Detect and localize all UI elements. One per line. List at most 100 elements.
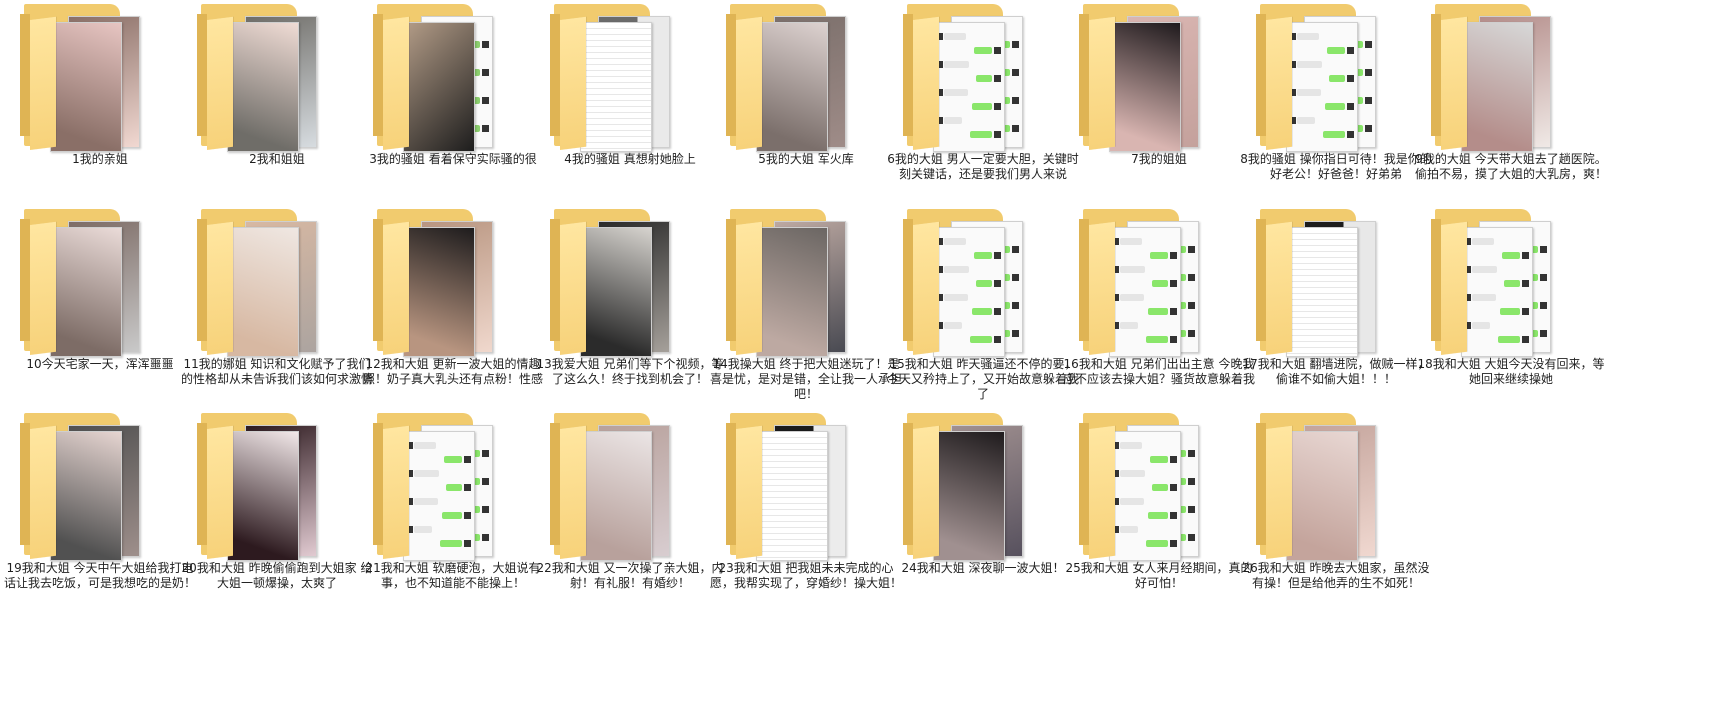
chat-bubble <box>1150 456 1168 463</box>
folder-icon[interactable] <box>18 4 140 152</box>
folder-label[interactable]: 26我和大姐 昨晚去大姐家，虽然没有操！但是给他弄的生不如死！ <box>1239 561 1433 591</box>
folder-label[interactable]: 2我和姐姐 <box>180 152 374 167</box>
folder-label[interactable]: 24我和大姐 深夜聊一波大姐！ <box>886 561 1080 576</box>
folder-label[interactable]: 11我的娜姐 知识和文化赋予了我们的性格却从未告诉我们该如何求激情 <box>180 357 374 387</box>
folder-item[interactable]: 10今天宅家一天，浑浑噩噩 <box>3 205 197 430</box>
chat-avatar-icon <box>1170 456 1177 463</box>
folder-icon[interactable] <box>371 209 493 357</box>
folder-icon[interactable] <box>1077 413 1199 561</box>
folder-label[interactable]: 22我和大姐 又一次操了亲大姐，内射！有礼服！有婚纱！ <box>533 561 727 591</box>
chat-bubble <box>1148 308 1168 315</box>
folder-item[interactable]: 7我的姐姐 <box>1062 0 1256 225</box>
folder-label[interactable]: 13我爱大姐 兄弟们等下个视频，等了这么久！终于找到机会了！ <box>533 357 727 387</box>
folder-item[interactable]: 19我和大姐 今天中午大姐给我打电话让我去吃饭，可是我想吃的是奶！ <box>3 409 197 634</box>
folder-label[interactable]: 20我和大姐 昨晚偷偷跑到大姐家 给大姐一顿爆操，太爽了 <box>180 561 374 591</box>
folder-icon[interactable] <box>18 209 140 357</box>
folder-icon[interactable] <box>1077 209 1199 357</box>
chat-avatar-icon <box>1540 330 1547 337</box>
folder-icon[interactable] <box>1254 4 1376 152</box>
folder-item[interactable]: 23我和大姐 把我姐未未完成的心愿，我帮实现了，穿婚纱！操大姐！ <box>709 409 903 634</box>
folder-label[interactable]: 18我和大姐 大姐今天没有回来，等她回来继续操她 <box>1414 357 1608 387</box>
folder-label[interactable]: 5我的大姐 军火库 <box>709 152 903 167</box>
folder-label[interactable]: 9我的大姐 今天带大姐去了趟医院。偷拍不易，摸了大姐的大乳房，爽！ <box>1414 152 1608 182</box>
folder-item[interactable]: 13我爱大姐 兄弟们等下个视频，等了这么久！终于找到机会了！ <box>533 205 727 430</box>
folder-item[interactable]: 9我的大姐 今天带大姐去了趟医院。偷拍不易，摸了大姐的大乳房，爽！ <box>1414 0 1608 225</box>
folder-label[interactable]: 1我的亲姐 <box>3 152 197 167</box>
folder-item[interactable]: 18我和大姐 大姐今天没有回来，等她回来继续操她 <box>1414 205 1608 430</box>
folder-icon[interactable] <box>1254 209 1376 357</box>
folder-icon[interactable] <box>1254 413 1376 561</box>
folder-label[interactable]: 8我的骚姐 操你指日可待！我是你的好老公！好爸爸！好弟弟 <box>1239 152 1433 182</box>
folder-label[interactable]: 3我的骚姐 看着保守实际骚的很 <box>356 152 550 167</box>
chat-bubble <box>1327 47 1345 54</box>
folder-icon[interactable] <box>195 209 317 357</box>
folder-item[interactable]: 1我的亲姐 <box>3 0 197 225</box>
folder-label[interactable]: 19我和大姐 今天中午大姐给我打电话让我去吃饭，可是我想吃的是奶！ <box>3 561 197 591</box>
folder-icon[interactable] <box>724 413 846 561</box>
chat-avatar-icon <box>1012 69 1019 76</box>
folder-item[interactable]: 17我和大姐 翻墙进院，做贼一样，偷谁不如偷大姐！！！ <box>1239 205 1433 430</box>
folder-front-icon <box>30 425 56 559</box>
folder-icon[interactable] <box>901 4 1023 152</box>
folder-icon[interactable] <box>371 413 493 561</box>
folder-item[interactable]: 16我和大姐 兄弟们出出主意 今晚我应不应该去操大姐？骚货故意躲着我 <box>1062 205 1256 430</box>
folder-front-icon <box>1266 221 1292 355</box>
folder-item[interactable]: 8我的骚姐 操你指日可待！我是你的好老公！好爸爸！好弟弟 <box>1239 0 1433 225</box>
chat-bubble <box>1472 294 1496 301</box>
folder-icon[interactable] <box>548 413 670 561</box>
folder-item[interactable]: 24我和大姐 深夜聊一波大姐！ <box>886 409 1080 634</box>
folder-front-icon <box>207 221 233 355</box>
folder-icon[interactable] <box>548 4 670 152</box>
folder-icon[interactable] <box>1429 4 1551 152</box>
folder-icon[interactable] <box>548 209 670 357</box>
folder-item[interactable]: 12我和大姐 更新一波大姐的情趣照！奶子真大乳头还有点粉！性感 <box>356 205 550 430</box>
folder-item[interactable]: 26我和大姐 昨晚去大姐家，虽然没有操！但是给他弄的生不如死！ <box>1239 409 1433 634</box>
chat-avatar-icon <box>482 478 489 485</box>
folder-label[interactable]: 4我的骚姐 真想射她脸上 <box>533 152 727 167</box>
folder-label[interactable]: 16我和大姐 兄弟们出出主意 今晚我应不应该去操大姐？骚货故意躲着我 <box>1062 357 1256 387</box>
folder-icon[interactable] <box>371 4 493 152</box>
folder-label[interactable]: 15我和大姐 昨天骚逼还不停的要，今天又矜持上了，又开始故意躲着我了 <box>886 357 1080 402</box>
folder-icon[interactable] <box>18 413 140 561</box>
chat-bubble <box>440 540 462 547</box>
photo-thumbnail <box>1461 22 1533 152</box>
folder-label[interactable]: 12我和大姐 更新一波大姐的情趣照！奶子真大乳头还有点粉！性感 <box>356 357 550 387</box>
folder-label[interactable]: 10今天宅家一天，浑浑噩噩 <box>3 357 197 372</box>
folder-icon[interactable] <box>1077 4 1199 152</box>
folder-item[interactable]: 22我和大姐 又一次操了亲大姐，内射！有礼服！有婚纱！ <box>533 409 727 634</box>
folder-item[interactable]: 4我的骚姐 真想射她脸上 <box>533 0 727 225</box>
chat-bubble <box>1472 238 1494 245</box>
folder-item[interactable]: 2我和姐姐 <box>180 0 374 225</box>
folder-item[interactable]: 14我操大姐 终于把大姐迷玩了！是喜是忧，是对是错，全让我一人承担吧！ <box>709 205 903 430</box>
folder-icon[interactable] <box>724 209 846 357</box>
folder-item[interactable]: 5我的大姐 军火库 <box>709 0 903 225</box>
chat-avatar-icon <box>1188 274 1195 281</box>
folder-label[interactable]: 17我和大姐 翻墙进院，做贼一样，偷谁不如偷大姐！！！ <box>1239 357 1433 387</box>
folder-icon[interactable] <box>901 413 1023 561</box>
folder-label[interactable]: 25我和大姐 女人来月经期间，真的好可怕！ <box>1062 561 1256 591</box>
folder-label[interactable]: 23我和大姐 把我姐未未完成的心愿，我帮实现了，穿婚纱！操大姐！ <box>709 561 903 591</box>
folder-item[interactable]: 15我和大姐 昨天骚逼还不停的要，今天又矜持上了，又开始故意躲着我了 <box>886 205 1080 430</box>
chat-bubble <box>972 308 992 315</box>
folder-item[interactable]: 6我的大姐 男人一定要大胆，关键时刻关键话，还是要我们男人来说 <box>886 0 1080 225</box>
folder-icon[interactable] <box>901 209 1023 357</box>
folder-icon[interactable] <box>195 413 317 561</box>
folder-label[interactable]: 14我操大姐 终于把大姐迷玩了！是喜是忧，是对是错，全让我一人承担吧！ <box>709 357 903 402</box>
folder-item[interactable]: 20我和大姐 昨晚偷偷跑到大姐家 给大姐一顿爆操，太爽了 <box>180 409 374 634</box>
folder-icon[interactable] <box>724 4 846 152</box>
chat-avatar-icon <box>1012 330 1019 337</box>
folder-item[interactable]: 25我和大姐 女人来月经期间，真的好可怕！ <box>1062 409 1256 634</box>
folder-icon[interactable] <box>195 4 317 152</box>
chat-avatar-icon <box>482 534 489 541</box>
folder-icon[interactable] <box>1429 209 1551 357</box>
chat-avatar-icon <box>1188 534 1195 541</box>
chat-avatar-icon <box>1170 484 1177 491</box>
chat-avatar-icon <box>1170 512 1177 519</box>
folder-item[interactable]: 3我的骚姐 看着保守实际骚的很 <box>356 0 550 225</box>
folder-label[interactable]: 6我的大姐 男人一定要大胆，关键时刻关键话，还是要我们男人来说 <box>886 152 1080 182</box>
folder-label[interactable]: 21我和大姐 软磨硬泡，大姐说有事，也不知道能不能操上！ <box>356 561 550 591</box>
folder-item[interactable]: 21我和大姐 软磨硬泡，大姐说有事，也不知道能不能操上！ <box>356 409 550 634</box>
folder-label[interactable]: 7我的姐姐 <box>1062 152 1256 167</box>
chat-bubble <box>944 238 966 245</box>
folder-item[interactable]: 11我的娜姐 知识和文化赋予了我们的性格却从未告诉我们该如何求激情 <box>180 205 374 430</box>
